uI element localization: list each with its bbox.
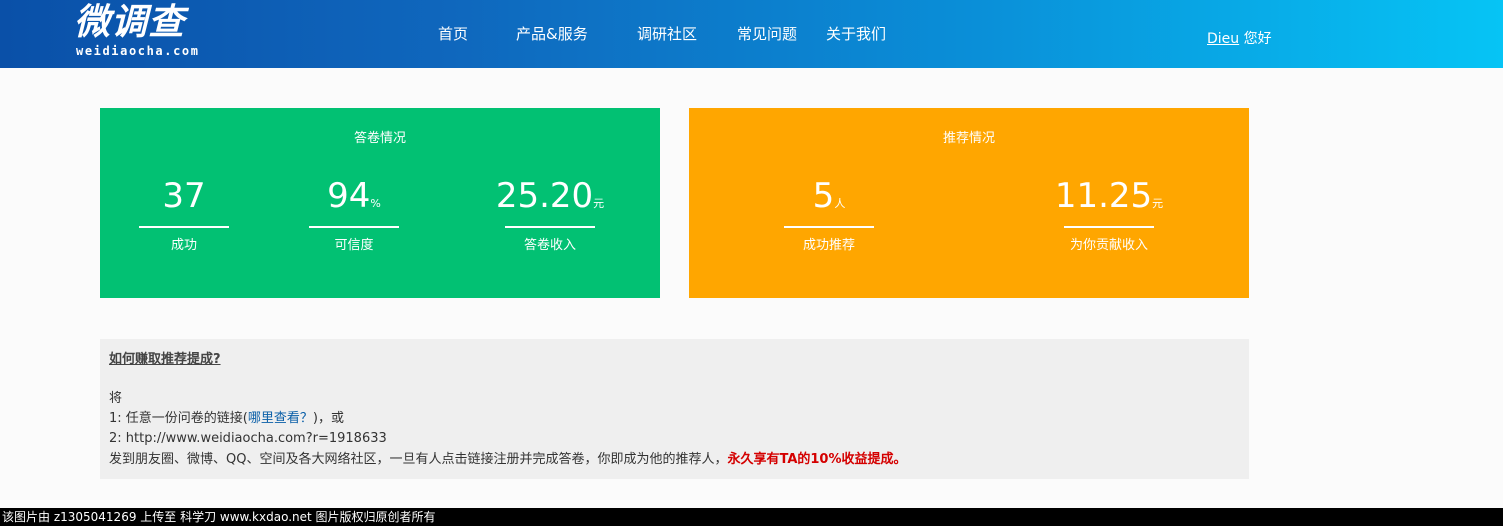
stat-credibility: 94% 可信度	[294, 174, 414, 255]
referral-card-title: 推荐情况	[942, 131, 995, 146]
logo-domain: weidiaocha.com	[76, 44, 200, 58]
user-name-link[interactable]: Dieu	[1207, 31, 1239, 47]
nav-products-services[interactable]: 产品&服务	[516, 24, 588, 44]
stat-answer-income-value: 25.20	[495, 176, 594, 216]
nav-about-us[interactable]: 关于我们	[826, 24, 886, 44]
greeting-text: 您好	[1243, 31, 1272, 47]
nav-home[interactable]: 首页	[438, 24, 468, 44]
stat-divider	[1064, 226, 1154, 228]
top-header: 微调查 weidiaocha.com 首页 产品&服务 调研社区 常见问题 关于…	[0, 0, 1503, 68]
stat-success: 37 成功	[124, 174, 244, 255]
info-question: 如何赚取推荐提成?	[109, 352, 221, 367]
stat-answer-income-unit: 元	[593, 197, 605, 210]
stat-success-label: 成功	[170, 238, 197, 253]
site-logo[interactable]: 微调查 weidiaocha.com	[74, 2, 214, 62]
stat-divider	[784, 226, 874, 228]
nav-research-community[interactable]: 调研社区	[637, 24, 697, 44]
stat-referrals-value: 5	[812, 176, 835, 216]
stat-answer-income-label: 答卷收入	[523, 238, 576, 253]
stat-credibility-label: 可信度	[334, 238, 374, 253]
stat-credibility-value: 94	[327, 176, 371, 216]
watermark-footer: 该图片由 z1305041269 上传至 科学刀 www.kxdao.net 图…	[0, 508, 1503, 526]
stat-referrals-label: 成功推荐	[802, 238, 855, 253]
stat-divider	[139, 226, 229, 228]
stat-referrals: 5人 成功推荐	[769, 174, 889, 255]
info-line-3: 发到朋友圈、微博、QQ、空间及各大网络社区，一旦有人点击链接注册并完成答卷，你即…	[109, 450, 907, 470]
stat-referral-income-value: 11.25	[1054, 176, 1153, 216]
answer-stats-card: 答卷情况 37 成功 94% 可信度 25.20元 答卷收入	[100, 108, 660, 298]
stat-referral-income-unit: 元	[1152, 197, 1164, 210]
stat-credibility-unit: %	[370, 197, 381, 210]
stat-divider	[505, 226, 595, 228]
info-line-1: 1: 任意一份问卷的链接(哪里查看？)，或	[109, 409, 344, 429]
stat-referrals-unit: 人	[834, 197, 846, 210]
nav-faq[interactable]: 常见问题	[737, 24, 797, 44]
stat-referral-income: 11.25元 为你贡献收入	[1049, 174, 1169, 255]
referral-stats-card: 推荐情况 5人 成功推荐 11.25元 为你贡献收入	[689, 108, 1249, 298]
user-greeting: Dieu 您好	[1207, 29, 1272, 49]
logo-title: 微调查	[74, 2, 186, 43]
footer-text: 该图片由 z1305041269 上传至 科学刀 www.kxdao.net 图…	[2, 510, 436, 524]
commission-highlight: 永久享有TA的10%收益提成。	[727, 452, 907, 467]
referral-url: 2: http://www.weidiaocha.com?r=1918633	[109, 431, 387, 446]
stat-divider	[309, 226, 399, 228]
info-line-1-suffix: )，或	[312, 411, 344, 426]
where-to-view-link[interactable]: 哪里查看？	[248, 411, 313, 426]
referral-info-panel: 如何赚取推荐提成? 将 1: 任意一份问卷的链接(哪里查看？)，或 2: htt…	[100, 339, 1249, 479]
answer-card-title: 答卷情况	[353, 131, 406, 146]
stat-success-value: 37	[162, 176, 206, 216]
info-intro: 将	[109, 391, 123, 406]
stat-answer-income: 25.20元 答卷收入	[490, 174, 610, 255]
stat-referral-income-label: 为你贡献收入	[1069, 238, 1148, 253]
info-line-1-prefix: 1: 任意一份问卷的链接(	[109, 411, 248, 426]
info-line-3-text: 发到朋友圈、微博、QQ、空间及各大网络社区，一旦有人点击链接注册并完成答卷，你即…	[109, 452, 728, 467]
